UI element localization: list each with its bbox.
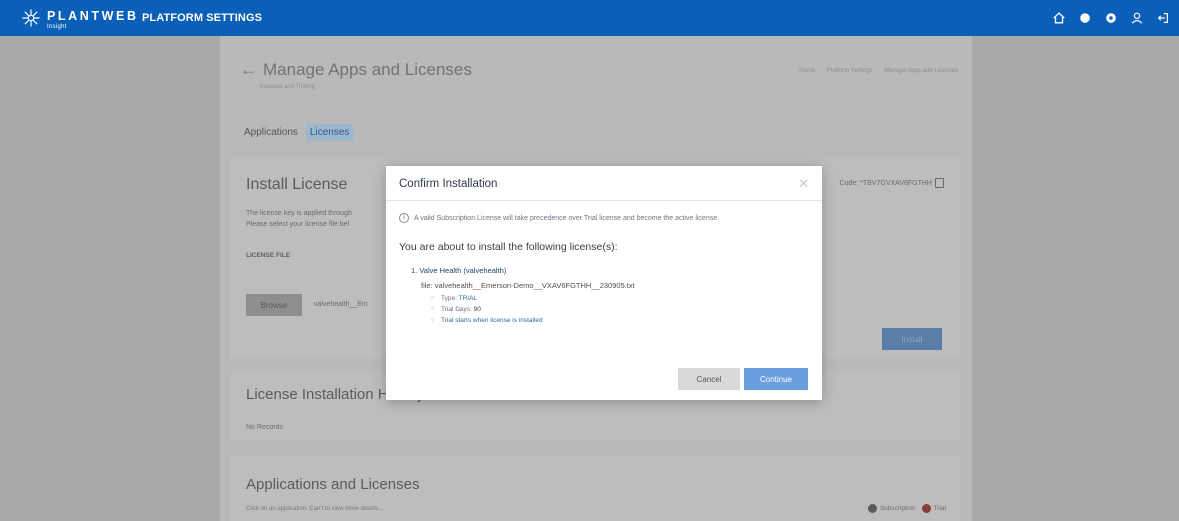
confirm-installation-dialog: Confirm Installation ✕ i A valid Subscri…	[386, 166, 822, 400]
license-list: 1. Valve Health (valvehealth) file: valv…	[411, 266, 635, 326]
apps-and-licenses-hint: Click on an application. Can't to view m…	[246, 506, 383, 512]
app-title: PLATFORM SETTINGS	[142, 12, 263, 24]
license-legend: Subscription Trial	[862, 504, 946, 513]
page-header: ← Manage Apps and Licenses Installed and …	[220, 36, 972, 141]
info-text: A valid Subscription License will take p…	[414, 214, 720, 222]
trial-start-note: Trial starts when license is installed	[431, 315, 635, 326]
settings-icon[interactable]	[1103, 10, 1119, 26]
breadcrumb-item[interactable]: Platform Settings	[827, 68, 873, 74]
plantweb-logo-icon	[22, 9, 40, 27]
selected-file-name: valvehealth__Em	[314, 301, 368, 308]
status-dot-icon[interactable]	[1077, 10, 1093, 26]
logout-icon[interactable]	[1155, 10, 1171, 26]
cancel-button[interactable]: Cancel	[678, 368, 740, 390]
license-file-label: LICENSE FILE	[246, 252, 291, 259]
license-details: Type: TRIAL Trial Days: 90 Trial starts …	[411, 293, 635, 326]
continue-button[interactable]: Continue	[744, 368, 808, 390]
apps-and-licenses-card: Applications and Licenses Click on an ap…	[230, 456, 960, 521]
trial-days-label: Trial Days:	[441, 306, 472, 313]
license-type-label: Type:	[441, 295, 457, 302]
dialog-title: Confirm Installation	[399, 178, 498, 190]
top-icons	[1041, 10, 1171, 26]
description-line: Please select your license file bel	[246, 221, 350, 228]
license-code-text: Code: *TBV7GVXAV6FGTHH	[839, 179, 932, 187]
license-code: Code: *TBV7GVXAV6FGTHH	[840, 178, 944, 188]
subscription-legend-icon	[867, 504, 877, 513]
page-title[interactable]: ← Manage Apps and Licenses	[240, 60, 472, 80]
legend-trial: Trial	[933, 505, 946, 512]
breadcrumb-item: Manage Apps and Licenses	[884, 68, 958, 74]
tab-licenses[interactable]: Licenses	[305, 124, 354, 141]
legend-subscription: Subscription	[879, 505, 916, 512]
breadcrumb-item[interactable]: Home	[799, 68, 815, 74]
page-title-text: Manage Apps and Licenses	[263, 60, 472, 79]
dialog-actions: Cancel Continue	[678, 368, 808, 390]
tab-bar: Applications Licenses	[240, 124, 354, 141]
license-file-path: file: valvehealth__Emerson-Demo__VXAV6FG…	[421, 281, 635, 290]
apps-and-licenses-title: Applications and Licenses	[246, 476, 420, 493]
install-button[interactable]: Install	[882, 328, 942, 350]
dialog-info-note: i A valid Subscription License will take…	[399, 213, 719, 223]
page-subtitle: Installed and Trialing	[260, 84, 316, 90]
no-records-text: No Records	[246, 424, 283, 431]
browse-button[interactable]: Browse	[246, 294, 302, 316]
home-icon[interactable]	[1051, 10, 1067, 26]
description-line: The license key is applied through	[246, 210, 352, 217]
top-bar: PLANTWEB Insight PLATFORM SETTINGS	[0, 0, 1179, 36]
license-type: Type: TRIAL	[431, 293, 635, 304]
info-icon: i	[399, 213, 409, 223]
dialog-intro: You are about to install the following l…	[399, 241, 618, 253]
trial-days: Trial Days: 90	[431, 304, 635, 315]
brand-logo[interactable]: PLANTWEB Insight	[22, 9, 139, 31]
user-icon[interactable]	[1129, 10, 1145, 26]
breadcrumb: Home Platform Settings Manage Apps and L…	[789, 68, 958, 74]
tab-applications[interactable]: Applications	[240, 124, 302, 141]
copy-icon[interactable]	[935, 178, 944, 188]
trial-days-value: 90	[473, 306, 481, 313]
trial-legend-icon	[921, 504, 931, 513]
brand-subtitle: Insight	[47, 24, 67, 30]
dialog-divider	[386, 200, 822, 201]
close-icon[interactable]: ✕	[798, 177, 809, 190]
install-license-description: The license key is applied through Pleas…	[246, 208, 352, 230]
back-arrow-icon[interactable]: ←	[240, 60, 257, 79]
license-type-value: TRIAL	[458, 295, 478, 302]
brand-name: PLANTWEB	[47, 9, 139, 23]
license-name: 1. Valve Health (valvehealth)	[411, 266, 507, 275]
install-license-title: Install License	[246, 176, 348, 193]
